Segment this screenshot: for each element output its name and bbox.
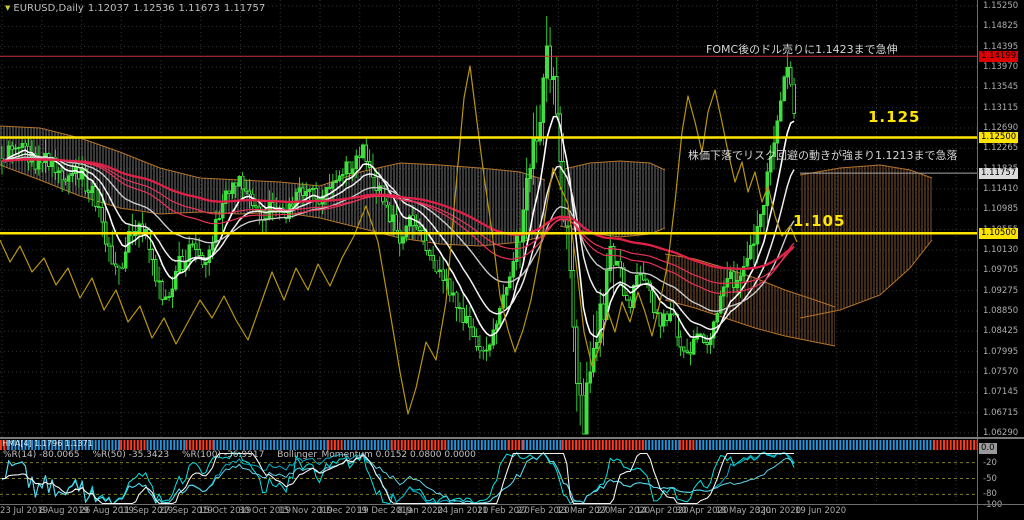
bollinger-momentum-label: Bollinger_Momentum 0.0152 0.0800 0.0000 (277, 450, 476, 460)
level-label-1105: 1.105 (793, 212, 845, 230)
sub-current-badge: 0.0 (979, 443, 997, 454)
price-tick-label: 1.11410 (983, 184, 1018, 194)
symbol-marker-icon: ▼ (5, 4, 10, 12)
price-tick-label: 1.10985 (983, 204, 1018, 214)
date-tick-label: 19 Jun 2020 (795, 506, 846, 516)
price-badge-red: 1.14199 (979, 51, 1018, 62)
subwindow-resize-handle[interactable] (0, 437, 1024, 439)
wr50-label: %R(50) -35.3423 (92, 450, 169, 460)
chart-title: ▼EURUSD,Daily 1.12037 1.12536 1.11673 1.1175… (5, 3, 269, 14)
sub-axis-label: -80 (983, 489, 997, 499)
price-tick-label: 1.09705 (983, 265, 1018, 275)
price-badge-silver: 1.11757 (979, 168, 1018, 179)
price-tick-label: 1.07570 (983, 367, 1018, 377)
annotation-risk-off: 株価下落でリスク回避の動きが強まり1.1213まで急落 (688, 147, 958, 163)
price-badge-yellow: 1.12500 (979, 132, 1018, 143)
sub-axis-label: -20 (983, 458, 997, 468)
ohlc-open: 1.12037 (88, 3, 129, 14)
date-axis[interactable]: 23 Jul 20198 Aug 201926 Aug 201911 Sep 2… (0, 506, 977, 520)
price-tick-label: 1.14825 (983, 21, 1018, 31)
price-tick-label: 1.08425 (983, 326, 1018, 336)
indicator-subwindow[interactable] (0, 439, 977, 505)
wr100-label: %R(100) -36.9917 (182, 450, 264, 460)
price-tick-label: 1.07995 (983, 347, 1018, 357)
trading-terminal-window: ▼EURUSD,Daily 1.12037 1.12536 1.11673 1.1175… (0, 0, 1024, 520)
sub-axis-label: -100 (983, 500, 1002, 510)
price-tick-label: 1.06715 (983, 408, 1018, 418)
price-badge-yellow: 1.10500 (979, 228, 1018, 239)
price-tick-label: 1.13970 (983, 62, 1018, 72)
wr14-label: %R(14) -80.0065 (3, 450, 80, 460)
ohlc-close: 1.11757 (224, 3, 265, 14)
price-axis[interactable]: 1.152501.148251.143951.139701.135451.131… (977, 0, 1024, 520)
sub-axis-label: -50 (983, 474, 997, 484)
strip-indicator-label: HMA[4] 1.1796 1.1371 (2, 439, 93, 448)
axis-separator (0, 504, 1024, 505)
price-tick-label: 1.10130 (983, 245, 1018, 255)
price-tick-label: 1.07145 (983, 387, 1018, 397)
symbol-name: EURUSD,Daily (13, 3, 83, 14)
level-label-1125: 1.125 (868, 108, 920, 126)
price-tick-label: 1.13545 (983, 82, 1018, 92)
ohlc-low: 1.11673 (179, 3, 220, 14)
price-tick-label: 1.13115 (983, 103, 1018, 113)
ohlc-high: 1.12536 (133, 3, 174, 14)
annotation-fomc: FOMC後のドル売りに1.1423まで急伸 (706, 41, 898, 57)
price-tick-label: 1.12265 (983, 143, 1018, 153)
price-tick-label: 1.15250 (983, 1, 1018, 11)
date-tick-label: 8 Jan 2020 (398, 506, 444, 516)
price-tick-label: 1.08850 (983, 306, 1018, 316)
price-tick-label: 1.09275 (983, 286, 1018, 296)
indicator-value-labels: %R(14) -80.0065 %R(50) -35.3423 %R(100) … (3, 450, 486, 460)
